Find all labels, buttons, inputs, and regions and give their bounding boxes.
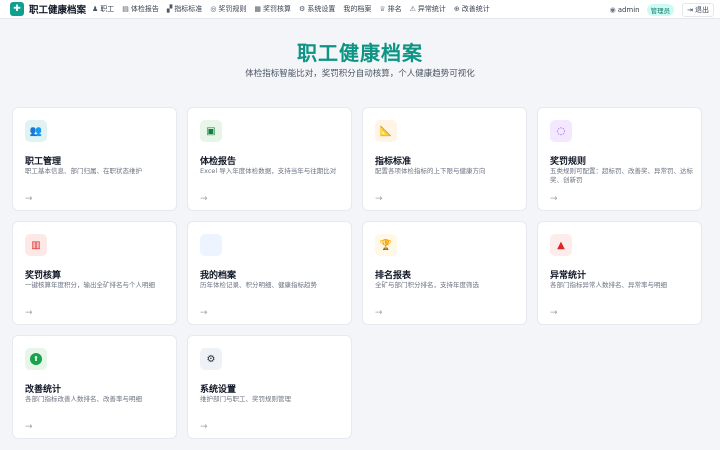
arrow-right-icon: → [200,308,208,318]
card-description: 各部门指标改善人数排名、改善率与明细 [25,395,142,403]
arrow-up-icon: ⊕ [453,5,460,13]
logout-label: 退出 [695,5,709,14]
nav-item-label: 系统设置 [307,5,336,13]
nav-item-label: 指标标准 [174,5,203,13]
card-title: 奖罚核算 [25,271,62,281]
module-card[interactable]: 🏆 排名报表 全矿与部门积分排名，支持年度筛选 → [362,221,527,325]
nav-item-label: 职工 [100,5,115,13]
nav-item-label: 体检报告 [130,5,159,13]
main-nav: ♟ 职工 ▤ 体检报告 ▞ 指标标准 ◎ 奖罚规则 ▦ 奖罚核算 ⚙ 系统设置 我的档案 ♕ 排名 ⚠ 异常统计… [92,4,498,14]
user-icon: ◉ [609,5,616,14]
ruler-icon: 📐 [375,120,397,142]
user-name[interactable]: admin [618,6,640,14]
card-title: 改善统计 [25,385,62,395]
arrow-right-icon: → [25,422,33,432]
nav-item-label: 我的档案 [343,5,372,13]
gear-icon: ⚙ [200,348,222,370]
module-card-grid: 👥 职工管理 职工基本信息、部门归属、在职状态维护 → ▣ 体检报告 Excel 导入年度体… [12,107,702,439]
module-card[interactable]: ◌ 奖罚规则 五类规则可配置：超标罚、改善奖、异常罚、达标奖、创新罚 → [537,107,702,211]
logout-icon: ⇥ [687,5,693,14]
nav-item-1[interactable]: ▤ 体检报告 [122,4,159,14]
module-card[interactable]: ▥ 奖罚核算 一键核算年度积分，输出全矿排名与个人明细 → [12,221,177,325]
arrow-up-glyph: ⬆ [30,353,42,365]
card-title: 排名报表 [375,271,412,281]
card-description: 职工基本信息、部门归属、在职状态维护 [25,167,142,175]
module-card[interactable]: ▣ 体检报告 Excel 导入年度体检数据，支持当年与往期比对 → [187,107,352,211]
card-description: 维护部门与职工、奖罚规则管理 [200,395,291,403]
card-description: 五类规则可配置：超标罚、改善奖、异常罚、达标奖、创新罚 [550,167,693,184]
arrow-right-icon: → [550,194,558,204]
card-description: 各部门指标异常人数排名、异常率与明细 [550,281,667,289]
nav-item-9[interactable]: ⊕ 改善统计 [454,4,490,14]
arrow-right-icon: → [375,308,383,318]
card-title: 我的档案 [200,271,237,281]
users-icon: 👥 [25,120,47,142]
card-description: 一键核算年度积分，输出全矿排名与个人明细 [25,281,155,289]
card-description: 全矿与部门积分排名，支持年度筛选 [375,281,479,289]
calculator-icon: ▥ [25,234,47,256]
nav-item-label: 排名 [387,5,402,13]
warning-icon: ▲ [550,234,572,256]
arrow-right-icon: → [25,194,33,204]
nav-item-8[interactable]: ⚠ 异常统计 [410,4,446,14]
cross-logo-icon: ✚ [10,2,24,16]
nav-item-label: 奖罚核算 [263,5,292,13]
card-description: 历年体检记录、积分明细、健康指标趋势 [200,281,317,289]
trophy-icon: 🏆 [375,234,397,256]
module-card[interactable]: ⚙ 系统设置 维护部门与职工、奖罚规则管理 → [187,335,352,439]
card-title: 奖罚规则 [550,157,587,167]
profile-icon [200,234,222,256]
arrow-right-icon: → [550,308,558,318]
calculator-icon: ▦ [254,5,262,13]
card-title: 系统设置 [200,385,237,395]
nav-item-label: 奖罚规则 [218,5,247,13]
arrow-right-icon: → [200,194,208,204]
page-subtitle: 体检指标智能比对，奖罚积分自动核算，个人健康趋势可视化 [245,69,475,79]
card-title: 职工管理 [25,157,62,167]
nav-item-2[interactable]: ▞ 指标标准 [167,4,202,14]
trophy-icon: ♕ [379,5,386,13]
module-card[interactable]: 👥 职工管理 职工基本信息、部门归属、在职状态维护 → [12,107,177,211]
nav-item-4[interactable]: ▦ 奖罚核算 [254,4,291,14]
nav-item-3[interactable]: ◎ 奖罚规则 [210,4,246,14]
card-title: 异常统计 [550,271,587,281]
nav-item-label: 异常统计 [417,5,446,13]
module-card[interactable]: ⬆ 改善统计 各部门指标改善人数排名、改善率与明细 → [12,335,177,439]
page-title: 职工健康档案 [297,41,423,65]
lightbulb-icon: ◌ [550,120,572,142]
card-title: 体检报告 [200,157,237,167]
logout-button[interactable]: ⇥ 退出 [682,2,714,17]
app-logo[interactable]: ✚ 职工健康档案 [10,2,86,16]
user-area: ◉ admin 管理员 ⇥ 退出 [610,0,714,19]
arrow-right-icon: → [375,194,383,204]
top-navigation-bar: ✚ 职工健康档案 ♟ 职工 ▤ 体检报告 ▞ 指标标准 ◎ 奖罚规则 ▦ 奖罚核算 ⚙ 系统设置 我的档… [0,0,720,19]
nav-item-0[interactable]: ♟ 职工 [92,4,114,14]
report-icon: ▤ [122,5,129,13]
gear-icon: ⚙ [299,5,306,13]
role-badge: 管理员 [646,3,675,16]
nav-item-5[interactable]: ⚙ 系统设置 [299,4,335,14]
card-description: Excel 导入年度体检数据，支持当年与往期比对 [200,167,337,175]
arrow-right-icon: → [200,422,208,432]
ruler-icon: ▞ [166,5,173,13]
app-title: 职工健康档案 [29,5,87,16]
nav-item-6[interactable]: 我的档案 [343,4,371,14]
module-card[interactable]: 📐 指标标准 配置各项体检指标的上下限与健康方向 → [362,107,527,211]
arrow-up-circle-icon: ⬆ [25,348,47,370]
nav-item-7[interactable]: ♕ 排名 [379,4,401,14]
card-description: 配置各项体检指标的上下限与健康方向 [375,167,486,175]
users-icon: ♟ [92,5,99,13]
lightbulb-icon: ◎ [210,5,217,13]
nav-item-label: 改善统计 [461,5,490,13]
module-card[interactable]: ▲ 异常统计 各部门指标异常人数排名、异常率与明细 → [537,221,702,325]
arrow-right-icon: → [25,308,33,318]
card-title: 指标标准 [375,157,412,167]
warning-icon: ⚠ [409,5,416,13]
module-card[interactable]: 我的档案 历年体检记录、积分明细、健康指标趋势 → [187,221,352,325]
clipboard-icon: ▣ [200,120,222,142]
